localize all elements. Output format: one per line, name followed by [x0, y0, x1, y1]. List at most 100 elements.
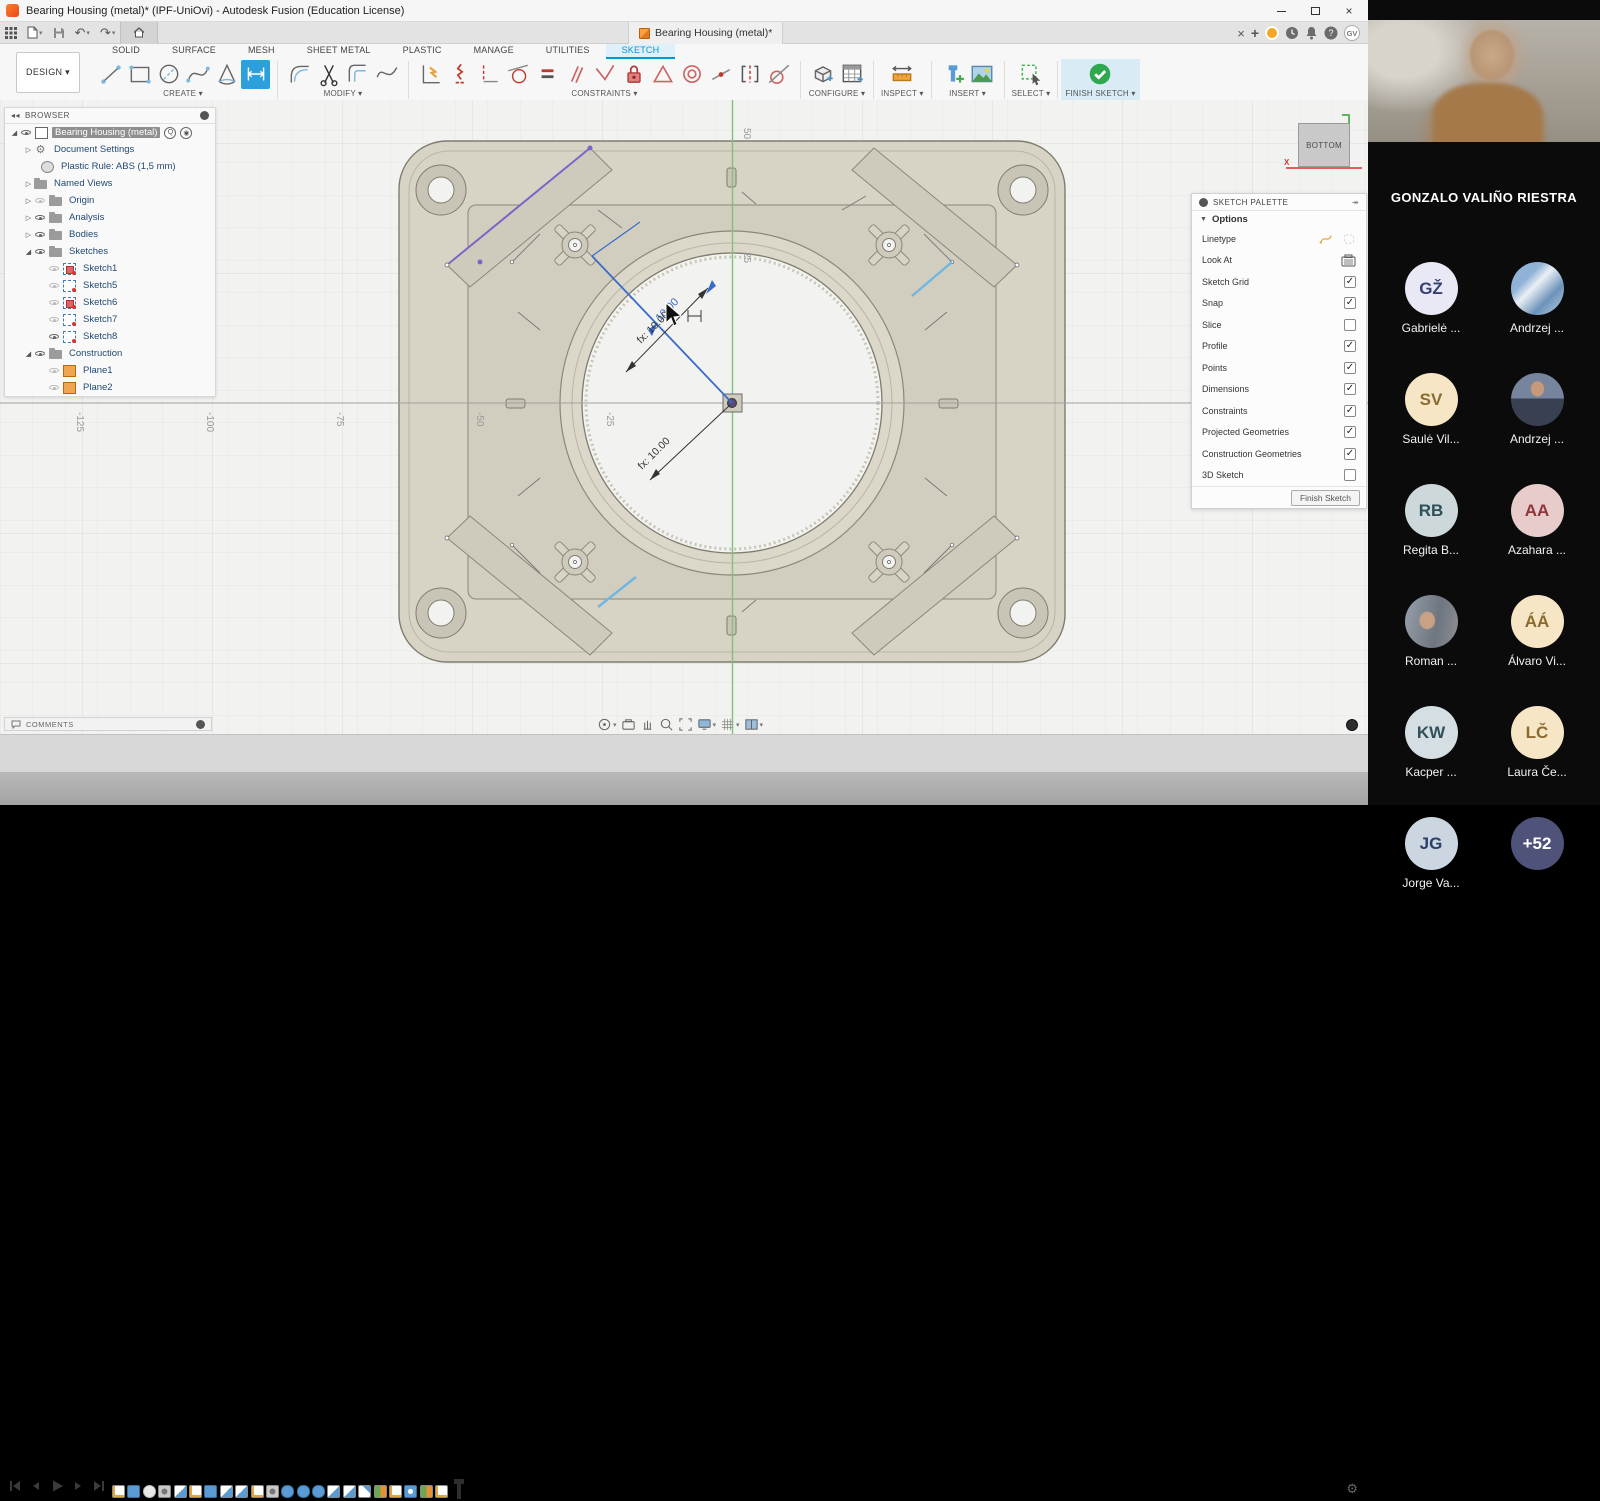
fillet-feature-icon[interactable]	[174, 1485, 187, 1498]
perpendicular-tool[interactable]	[590, 60, 619, 89]
participant-tile[interactable]: Roman ...	[1378, 595, 1484, 669]
circle-tangent-tool[interactable]	[503, 60, 532, 89]
palette-dock-icon[interactable]: ↠	[1352, 198, 1359, 207]
browser-item-sketches[interactable]: ◢Sketches	[5, 243, 215, 260]
participant-tile[interactable]: RBRegita B...	[1378, 484, 1484, 558]
tab-solid[interactable]: SOLID	[96, 44, 156, 59]
line-tool[interactable]	[96, 60, 125, 89]
sketch-dimension-tool[interactable]	[416, 60, 445, 89]
zoom-icon[interactable]	[659, 717, 674, 732]
insert-fastener-tool[interactable]	[939, 60, 968, 89]
help-icon[interactable]: ?	[1324, 26, 1338, 40]
play-icon[interactable]	[50, 1479, 64, 1498]
sketch-feature-icon[interactable]	[251, 1485, 264, 1498]
new-document-icon[interactable]: +	[1251, 25, 1259, 41]
look-at-icon[interactable]	[1341, 254, 1356, 267]
expand-arrow-icon[interactable]: ▷	[23, 231, 34, 239]
checkbox-projected-geometries[interactable]: ✓	[1344, 426, 1356, 438]
help-bubble-icon[interactable]	[1346, 719, 1358, 731]
group-label[interactable]: INSPECT ▾	[881, 89, 924, 100]
group-label[interactable]: MODIFY ▾	[324, 89, 363, 100]
save-icon[interactable]	[48, 22, 70, 44]
fillet-feature-icon[interactable]	[235, 1485, 248, 1498]
participant-tile[interactable]: LČLaura Če...	[1484, 706, 1590, 780]
lock-feature-icon[interactable]	[404, 1485, 417, 1498]
file-menu-icon[interactable]: ▾	[22, 22, 48, 44]
group-label[interactable]: INSERT ▾	[949, 89, 986, 100]
browser-item-construction[interactable]: ◢Construction	[5, 345, 215, 362]
construction-line-tool[interactable]	[474, 60, 503, 89]
search-icon[interactable]: Q	[164, 127, 176, 139]
minimize-button[interactable]	[1264, 0, 1298, 22]
checkbox-snap[interactable]: ✓	[1344, 297, 1356, 309]
visibility-eye-icon[interactable]	[48, 313, 61, 326]
visibility-eye-icon[interactable]	[34, 194, 47, 207]
hole-feature-icon[interactable]	[158, 1485, 171, 1498]
insert-image-tool[interactable]	[968, 60, 997, 89]
tab-plastic[interactable]: PLASTIC	[387, 44, 458, 59]
user-avatar[interactable]: GV	[1344, 25, 1360, 41]
display-settings-icon[interactable]: ▾	[697, 717, 717, 732]
linetype-spline-icon[interactable]	[1318, 232, 1334, 246]
close-document-icon[interactable]: ×	[1237, 26, 1245, 41]
browser-item-analysis[interactable]: ▷Analysis	[5, 209, 215, 226]
hole-feature-icon[interactable]	[266, 1485, 279, 1498]
group-label[interactable]: CONSTRAINTS ▾	[571, 89, 637, 100]
step-back-icon[interactable]	[29, 1479, 43, 1498]
config-table-tool[interactable]	[837, 60, 866, 89]
maximize-button[interactable]	[1298, 0, 1332, 22]
midpoint-tool[interactable]	[706, 60, 735, 89]
fillet-feature-icon[interactable]	[220, 1485, 233, 1498]
tab-manage[interactable]: MANAGE	[458, 44, 530, 59]
offset-tool[interactable]	[343, 60, 372, 89]
browser-item-sketch5[interactable]: Sketch5	[5, 277, 215, 294]
tab-utilities[interactable]: UTILITIES	[530, 44, 606, 59]
body-feature-icon[interactable]	[204, 1485, 217, 1498]
triangle-tool[interactable]	[648, 60, 677, 89]
skip-end-icon[interactable]	[92, 1479, 106, 1498]
expand-arrow-icon[interactable]: ▷	[23, 197, 34, 205]
participant-tile[interactable]: KWKacper ...	[1378, 706, 1484, 780]
finish-sketch-button[interactable]	[1086, 60, 1115, 89]
finish-sketch-group[interactable]: FINISH SKETCH ▾	[1061, 59, 1139, 101]
participant-tile[interactable]: JGJorge Va...	[1378, 817, 1484, 891]
expand-arrow-icon[interactable]: ◢	[23, 248, 34, 256]
browser-item-bodies[interactable]: ▷Bodies	[5, 226, 215, 243]
visibility-eye-icon[interactable]	[48, 296, 61, 309]
browser-item-plastic-rule-abs-1-5-mm[interactable]: Plastic Rule: ABS (1,5 mm)	[5, 158, 215, 175]
step-forward-icon[interactable]	[71, 1479, 85, 1498]
browser-item-sketch6[interactable]: Sketch6	[5, 294, 215, 311]
job-status-icon[interactable]	[1265, 26, 1279, 40]
participant-tile[interactable]: AAAzahara ...	[1484, 484, 1590, 558]
participant-tile[interactable]: Andrzej ...	[1484, 262, 1590, 336]
checkbox-profile[interactable]: ✓	[1344, 340, 1356, 352]
finish-sketch-small-button[interactable]: Finish Sketch	[1291, 490, 1360, 506]
browser-item-sketch7[interactable]: Sketch7	[5, 311, 215, 328]
select-tool[interactable]	[1016, 60, 1045, 89]
visibility-eye-icon[interactable]	[34, 228, 47, 241]
measure-tool[interactable]	[888, 60, 917, 89]
redo-icon[interactable]: ↷▾	[95, 22, 120, 44]
participant-tile[interactable]: Andrzej ...	[1484, 373, 1590, 447]
visibility-eye-icon[interactable]	[48, 364, 61, 377]
orbit-icon[interactable]: ▾	[597, 717, 617, 732]
tab-mesh[interactable]: MESH	[232, 44, 291, 59]
equal-tool[interactable]	[532, 60, 561, 89]
symmetry-tool[interactable]	[735, 60, 764, 89]
project-tool[interactable]	[445, 60, 474, 89]
presenter-video[interactable]	[1368, 20, 1600, 142]
visibility-eye-icon[interactable]	[48, 381, 61, 394]
expand-arrow-icon[interactable]: ◢	[9, 129, 20, 137]
grid-display-icon[interactable]: ▾	[720, 717, 740, 732]
fillet-tool[interactable]	[285, 60, 314, 89]
checkbox-3d-sketch[interactable]	[1344, 469, 1356, 481]
tangent-tool[interactable]	[764, 60, 793, 89]
mirror-feature-icon[interactable]	[420, 1485, 433, 1498]
skip-start-icon[interactable]	[8, 1479, 22, 1498]
tab-sheet-metal[interactable]: SHEET METAL	[291, 44, 387, 59]
sketch-feature-icon[interactable]	[389, 1485, 402, 1498]
visibility-eye-icon[interactable]	[20, 126, 33, 139]
tab-surface[interactable]: SURFACE	[156, 44, 232, 59]
visibility-eye-icon[interactable]	[48, 279, 61, 292]
pan-icon[interactable]	[640, 717, 655, 732]
